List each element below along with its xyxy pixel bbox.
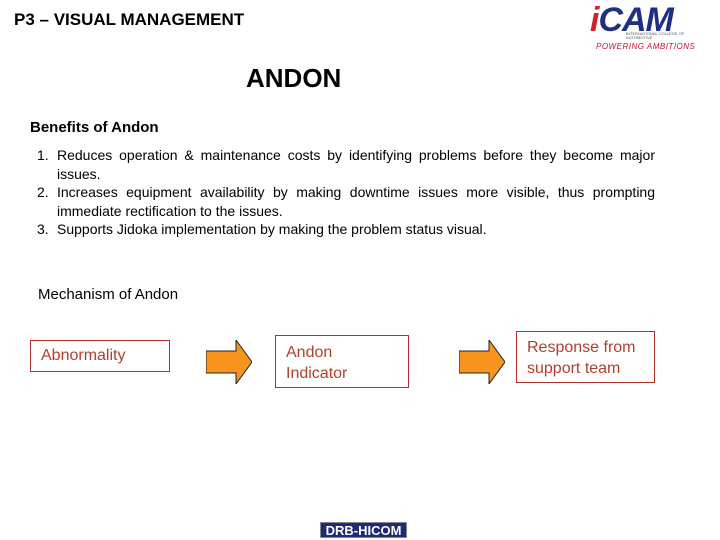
logo-subtitle: INTERNATIONAL COLLEGE OF AUTOMOTIVE: [626, 31, 685, 40]
benefits-heading: Benefits of Andon: [30, 119, 159, 136]
list-item-text: Reduces operation & maintenance costs by…: [57, 147, 655, 182]
benefits-list: 1. Reduces operation & maintenance costs …: [37, 146, 655, 239]
logo-tagline: POWERING AMBITIONS: [596, 42, 696, 51]
list-item-number: 3.: [37, 221, 49, 237]
list-item-text: Increases equipment availability by maki…: [57, 184, 655, 219]
drb-hicom-logo: DRB-HICOM: [320, 522, 407, 538]
step-box-abnormality: Abnormality: [30, 340, 170, 372]
arrow-right-icon: [459, 340, 505, 384]
icam-logo: iCAM INTERNATIONAL COLLEGE OF AUTOMOTIVE…: [590, 2, 718, 52]
mechanism-heading: Mechanism of Andon: [38, 286, 179, 303]
arrow-right-icon: [206, 340, 252, 384]
slide-header-title: P3 – VISUAL MANAGEMENT: [14, 10, 245, 29]
step-box-response: Response from support team: [516, 331, 655, 383]
step-box-andon-indicator: Andon Indicator: [275, 335, 409, 388]
list-item-number: 1.: [37, 147, 49, 163]
list-item: 2. Increases equipment availability by ma…: [37, 183, 655, 220]
list-item-number: 2.: [37, 184, 49, 200]
page-title: ANDON: [246, 63, 342, 93]
list-item: 1. Reduces operation & maintenance costs …: [37, 146, 655, 183]
list-item: 3. Supports Jidoka implementation by maki…: [37, 220, 655, 239]
list-item-text: Supports Jidoka implementation by making…: [57, 221, 487, 237]
